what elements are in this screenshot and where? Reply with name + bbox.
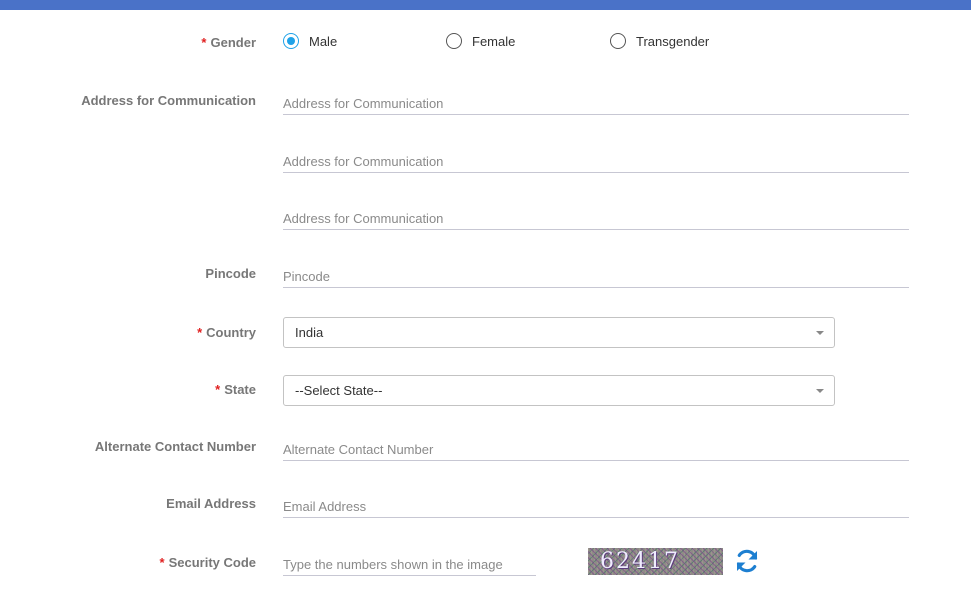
- country-select[interactable]: India: [283, 317, 835, 348]
- top-bar: [0, 0, 971, 10]
- radio-unchecked-icon[interactable]: [446, 33, 462, 49]
- security-code-label: * Security Code: [160, 555, 256, 570]
- chevron-down-icon: [816, 389, 824, 393]
- alt-contact-label: Alternate Contact Number: [94, 439, 256, 454]
- pincode-input[interactable]: [283, 265, 909, 288]
- state-selected-value: --Select State--: [295, 383, 383, 398]
- state-label: * State: [215, 382, 256, 397]
- gender-option-female[interactable]: Female: [446, 33, 515, 49]
- required-marker: *: [159, 555, 165, 570]
- radio-checked-icon[interactable]: [283, 33, 299, 49]
- state-label-text: State: [224, 382, 256, 397]
- country-label-text: Country: [206, 325, 256, 340]
- email-label: Email Address: [166, 496, 256, 511]
- address-line-1-input[interactable]: [283, 92, 909, 115]
- security-code-label-text: Security Code: [168, 555, 256, 570]
- country-label: * Country: [197, 325, 256, 340]
- gender-option-label: Transgender: [636, 33, 710, 49]
- alt-contact-input[interactable]: [283, 438, 909, 461]
- required-marker: *: [201, 35, 207, 50]
- required-marker: *: [197, 325, 203, 340]
- gender-label: * Gender: [201, 35, 256, 50]
- refresh-icon[interactable]: [733, 547, 761, 575]
- address-line-3-input[interactable]: [283, 207, 909, 230]
- chevron-down-icon: [816, 331, 824, 335]
- gender-option-label: Female: [472, 33, 516, 49]
- email-input[interactable]: [283, 495, 909, 518]
- captcha-image: 62417: [588, 548, 723, 575]
- required-marker: *: [215, 382, 221, 397]
- pincode-label: Pincode: [205, 266, 256, 281]
- gender-option-label: Male: [309, 33, 338, 49]
- country-selected-value: India: [295, 325, 324, 340]
- security-code-input[interactable]: [283, 553, 536, 576]
- gender-option-transgender[interactable]: Transgender: [610, 33, 709, 49]
- radio-unchecked-icon[interactable]: [610, 33, 626, 49]
- gender-option-male[interactable]: Male: [283, 33, 337, 49]
- address-label: Address for Communication: [81, 93, 256, 108]
- address-line-2-input[interactable]: [283, 150, 909, 173]
- captcha-text: 62417: [600, 549, 680, 574]
- state-select[interactable]: --Select State--: [283, 375, 835, 406]
- gender-label-text: Gender: [210, 35, 256, 50]
